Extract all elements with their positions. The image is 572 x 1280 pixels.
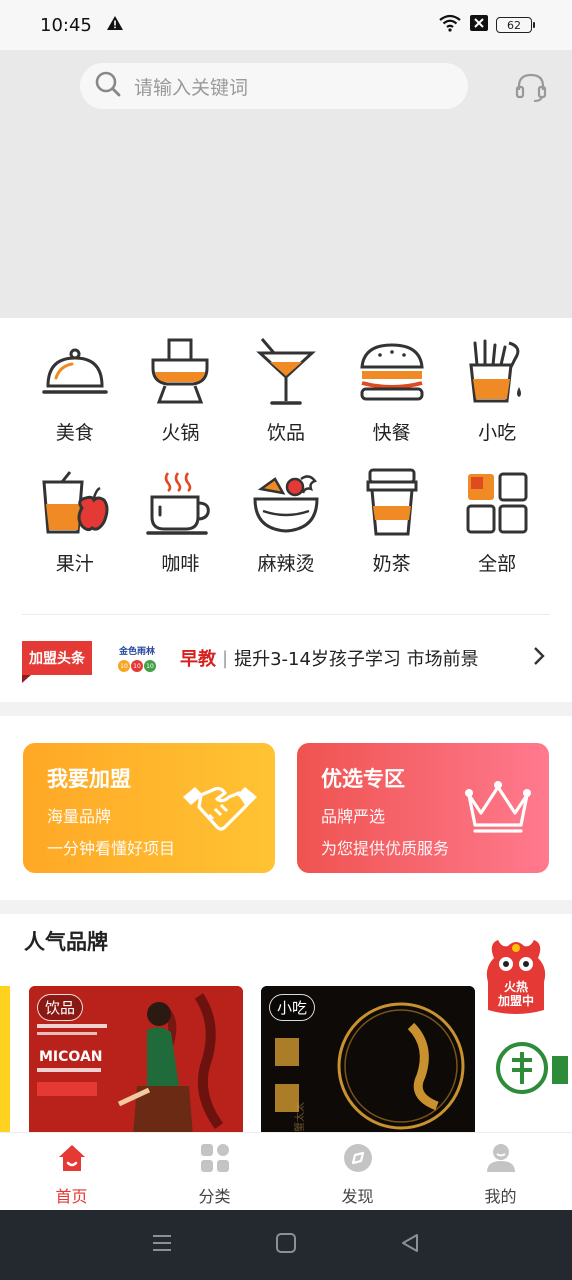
brand-logo-text: 金色雨林 — [118, 647, 155, 657]
join-franchise-card[interactable]: 我要加盟 海量品牌 一分钟看懂好项目 — [23, 743, 275, 873]
menu-icon[interactable] — [151, 1233, 173, 1257]
category-label: 美食 — [55, 422, 94, 444]
home-icon — [57, 1143, 87, 1177]
tab-discover[interactable]: 发现 — [286, 1133, 429, 1210]
category-all[interactable]: 全部 — [444, 467, 550, 576]
status-bar: 10:45 62 — [0, 0, 572, 50]
fries-icon — [462, 336, 532, 408]
coffee-cup-icon — [145, 467, 215, 539]
category-hotpot[interactable]: 火锅 — [128, 336, 234, 445]
headline-text: 提升3-14岁孩子学习 市场前景 — [234, 649, 479, 670]
category-juice[interactable]: 果汁 — [22, 467, 128, 576]
tab-label: 首页 — [55, 1187, 88, 1206]
brand-image-name: MICOAN — [39, 1049, 103, 1065]
status-time: 10:45 — [40, 14, 92, 36]
juice-icon — [40, 467, 110, 539]
brand-card-micoan[interactable]: MICOAN 饮品 — [29, 986, 243, 1132]
chevron-right-icon[interactable] — [532, 645, 546, 671]
warning-icon — [106, 15, 124, 35]
compass-icon — [343, 1143, 373, 1177]
status-indicators: 62 — [438, 14, 535, 36]
customer-service-icon[interactable] — [514, 72, 548, 106]
category-label: 奶茶 — [372, 553, 411, 575]
category-label: 小吃 — [478, 422, 517, 444]
search-icon — [94, 70, 122, 102]
brand-card-partial[interactable] — [0, 986, 10, 1132]
category-snacks[interactable]: 小吃 — [444, 336, 550, 445]
brand-category-tag: 饮品 — [37, 994, 84, 1021]
food-cloche-icon — [40, 336, 110, 408]
category-food[interactable]: 美食 — [22, 336, 128, 445]
hot-franchise-badge[interactable]: 火热 加盟中 — [484, 938, 548, 1014]
brand-logo-dots: 10 10 10 — [118, 660, 156, 672]
search-placeholder: 请输入关键词 — [134, 76, 249, 99]
category-drinks[interactable]: 饮品 — [233, 336, 339, 445]
spicy-bowl-icon — [251, 467, 321, 539]
brand-category-tag: 小吃 — [269, 994, 316, 1021]
tab-category[interactable]: 分类 — [143, 1133, 286, 1210]
burger-icon — [357, 336, 427, 408]
tab-profile[interactable]: 我的 — [429, 1133, 572, 1210]
category-label: 全部 — [478, 553, 517, 575]
wifi-icon — [438, 14, 462, 36]
headline-tag: 早教 — [180, 649, 216, 670]
home-square-icon[interactable] — [275, 1232, 297, 1258]
back-triangle-icon[interactable] — [399, 1232, 421, 1258]
system-navigation-bar — [0, 1210, 572, 1280]
battery-indicator: 62 — [496, 17, 535, 33]
search-input[interactable]: 请输入关键词 — [80, 63, 468, 109]
tab-label: 我的 — [484, 1187, 517, 1206]
category-section: 美食 火锅 饮品 快餐 小吃 果汁 咖啡 麻辣烫 奶茶 全部 加盟头条 金色雨林… — [0, 318, 572, 702]
franchise-headline-bar[interactable]: 加盟头条 金色雨林 10 10 10 早教 | 提升3-14岁孩子学习 市场前景 — [22, 630, 550, 686]
popular-brands-section: 人气品牌 MICOAN 饮品 蟹太太 小吃 火热 加盟中 — [0, 914, 572, 1132]
headline-separator: | — [222, 647, 229, 669]
section-title: 人气品牌 — [24, 930, 108, 954]
brand-card-xietaitai[interactable]: 蟹太太 小吃 — [261, 986, 475, 1132]
banner-area[interactable]: 请输入关键词 — [0, 50, 572, 318]
bottom-tab-bar: 首页 分类 发现 我的 — [0, 1132, 572, 1210]
brand-logo: 金色雨林 10 10 10 — [116, 637, 158, 679]
user-icon — [486, 1143, 516, 1177]
no-sim-icon — [470, 15, 488, 35]
category-milktea[interactable]: 奶茶 — [339, 467, 445, 576]
grid-all-icon — [462, 467, 532, 539]
brand-logo-dot: 10 — [118, 660, 130, 672]
tab-home[interactable]: 首页 — [0, 1133, 143, 1210]
brand-logo-dot: 10 — [144, 660, 156, 672]
hotpot-icon — [145, 336, 215, 408]
category-fastfood[interactable]: 快餐 — [339, 336, 445, 445]
category-malatang[interactable]: 麻辣烫 — [233, 467, 339, 576]
cocktail-icon — [251, 336, 321, 408]
category-label: 快餐 — [372, 422, 411, 444]
crown-icon — [463, 779, 533, 841]
category-grid-icon — [200, 1143, 230, 1177]
category-label: 麻辣烫 — [257, 553, 315, 575]
category-label: 咖啡 — [161, 553, 200, 575]
premium-zone-card[interactable]: 优选专区 品牌严选 为您提供优质服务 — [297, 743, 549, 873]
divider — [22, 614, 550, 615]
category-grid: 美食 火锅 饮品 快餐 小吃 果汁 咖啡 麻辣烫 奶茶 全部 — [22, 336, 550, 576]
category-label: 果汁 — [55, 553, 94, 575]
hot-badge-text: 火热 加盟中 — [497, 980, 534, 1008]
tab-label: 分类 — [198, 1187, 231, 1206]
brand-logo-dot: 10 — [131, 660, 143, 672]
category-coffee[interactable]: 咖啡 — [128, 467, 234, 576]
milk-tea-icon — [357, 467, 427, 539]
category-label: 火锅 — [161, 422, 200, 444]
promo-section: 我要加盟 海量品牌 一分钟看懂好项目 优选专区 品牌严选 为您提供优质服务 — [0, 716, 572, 900]
tab-label: 发现 — [341, 1187, 374, 1206]
headline-badge: 加盟头条 — [22, 641, 92, 683]
handshake-icon — [181, 779, 259, 841]
category-label: 饮品 — [266, 422, 305, 444]
